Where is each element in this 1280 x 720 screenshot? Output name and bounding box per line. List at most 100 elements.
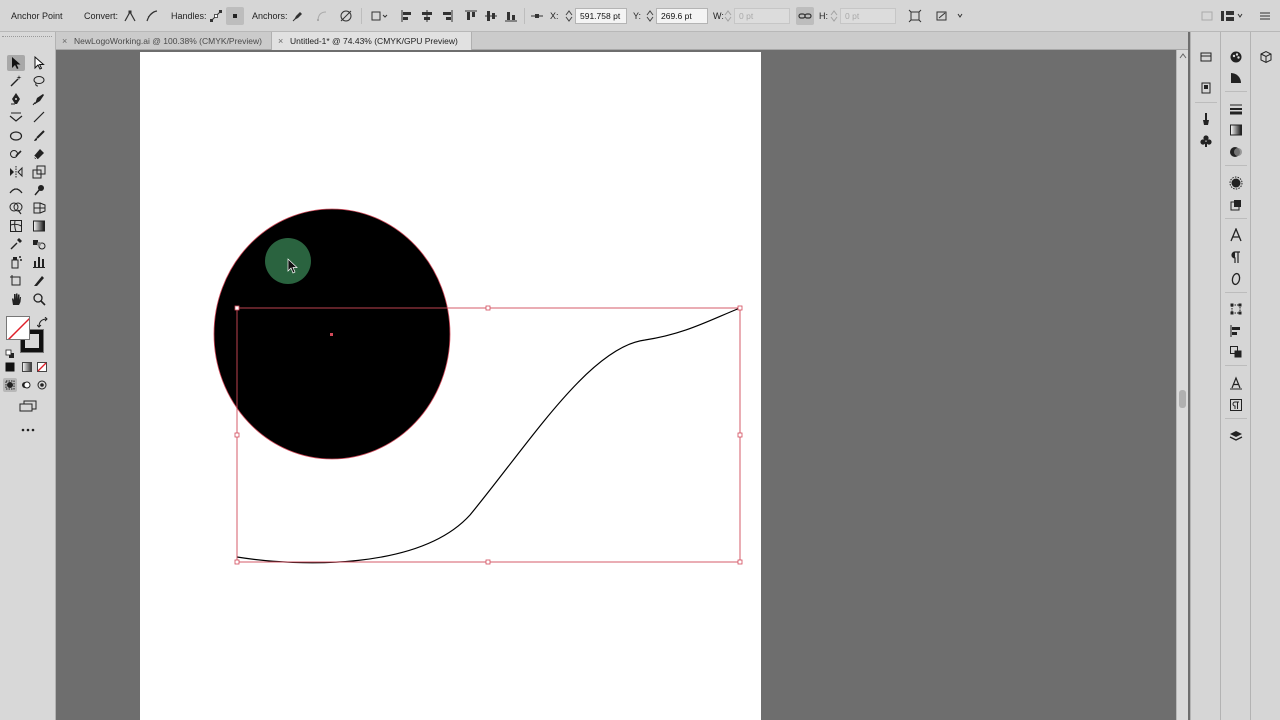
puppet-warp-tool-icon[interactable] [30,182,48,198]
shaper-tool-icon[interactable] [7,146,25,162]
tab-untitled-1[interactable]: × Untitled-1* @ 74.43% (CMYK/GPU Preview… [271,32,472,50]
draw-inside-icon[interactable] [35,378,49,392]
none-mode-icon[interactable] [35,360,49,374]
constrain-proportions-link-icon[interactable] [796,7,814,25]
align-right-button[interactable] [438,7,456,25]
handle-bottom-left[interactable] [234,559,240,565]
curvature-tool-icon[interactable] [30,91,48,107]
y-stepper[interactable] [646,9,654,23]
toolbar-grip[interactable] [2,36,52,41]
libraries-panel-icon[interactable] [1197,79,1215,97]
anchor-point-tool-icon[interactable] [7,109,25,125]
align-left-button[interactable] [398,7,416,25]
eraser-tool-icon[interactable] [30,146,48,162]
workspace-switcher-icon[interactable] [1218,7,1246,25]
artboard[interactable] [140,52,761,720]
mesh-tool-icon[interactable] [7,218,25,234]
more-tools-icon[interactable] [18,423,38,437]
reflect-tool-icon[interactable] [7,164,25,180]
align-bottom-button[interactable] [502,7,520,25]
handle-middle-right[interactable] [737,432,743,438]
draw-behind-icon[interactable] [19,378,33,392]
align-vertical-center-button[interactable] [482,7,500,25]
shape-builder-tool-icon[interactable] [7,200,25,216]
blend-tool-icon[interactable] [30,236,48,252]
artboard-tool-icon[interactable] [7,273,25,289]
color-guide-panel-icon[interactable] [1227,69,1245,87]
symbol-sprayer-tool-icon[interactable] [7,254,25,270]
color-panel-icon[interactable] [1227,48,1245,66]
hide-handles-button[interactable] [226,7,244,25]
width-tool-icon[interactable] [7,182,25,198]
appearance-panel-icon[interactable] [1227,174,1245,192]
close-icon[interactable]: × [62,32,67,50]
x-stepper[interactable] [565,9,573,23]
eyedropper-tool-icon[interactable] [7,236,25,252]
scale-tool-icon[interactable] [30,164,48,180]
close-icon[interactable]: × [278,32,283,50]
reference-point-icon[interactable] [528,7,546,25]
ellipse-tool-icon[interactable] [7,128,25,144]
control-bar-menu-icon[interactable] [1256,7,1274,25]
stroke-panel-icon[interactable] [1227,100,1245,118]
cc-libraries-panel-icon[interactable] [1257,48,1275,66]
transform-button[interactable] [369,7,391,25]
transform-panel-icon[interactable] [1227,300,1245,318]
gradient-tool-icon[interactable] [30,218,48,234]
pathfinder-panel-icon[interactable] [1227,343,1245,361]
tab-newlogoworking[interactable]: × NewLogoWorking.ai @ 100.38% (CMYK/Prev… [56,32,269,50]
isolate-object-icon[interactable] [906,7,924,25]
line-segment-tool-icon[interactable] [30,109,48,125]
transparency-panel-icon[interactable] [1227,143,1245,161]
handle-bottom-right[interactable] [737,559,743,565]
zoom-tool-icon[interactable] [30,291,48,307]
magic-wand-tool-icon[interactable] [7,73,25,89]
symbols-panel-icon[interactable] [1197,132,1215,150]
handle-bottom-center[interactable] [485,559,491,565]
properties-panel-icon[interactable] [1197,48,1215,66]
align-panel-icon[interactable] [1227,322,1245,340]
draw-normal-icon[interactable] [3,378,17,392]
align-horizontal-center-button[interactable] [418,7,436,25]
opentype-panel-icon[interactable] [1227,270,1245,288]
brushes-panel-icon[interactable] [1197,110,1215,128]
handle-top-left[interactable] [234,305,240,311]
transform-options-dropdown[interactable] [934,7,964,25]
canvas-pasteboard[interactable] [56,50,1176,720]
lasso-tool-icon[interactable] [30,73,48,89]
default-fill-stroke-icon[interactable] [5,346,15,358]
show-handles-button[interactable] [207,7,225,25]
graphic-styles-panel-icon[interactable] [1227,196,1245,214]
scrollbar-thumb[interactable] [1179,390,1186,408]
selection-tool-icon[interactable] [7,55,25,71]
connect-anchors-button[interactable] [313,7,331,25]
gradient-mode-icon[interactable] [20,360,34,374]
x-position-field[interactable] [575,8,627,24]
hand-tool-icon[interactable] [7,291,25,307]
handle-middle-left[interactable] [234,432,240,438]
pen-tool-icon[interactable] [7,91,25,107]
handle-top-right[interactable] [737,305,743,311]
character-styles-panel-icon[interactable] [1227,374,1245,392]
paragraph-panel-icon[interactable] [1227,248,1245,266]
vertical-scrollbar[interactable] [1176,50,1188,720]
layers-panel-icon[interactable] [1227,427,1245,445]
cut-path-button[interactable] [337,7,355,25]
panel-arrange-icon[interactable] [1198,7,1216,25]
y-position-field[interactable] [656,8,708,24]
character-panel-icon[interactable] [1227,226,1245,244]
handle-top-center[interactable] [485,305,491,311]
gradient-panel-icon[interactable] [1227,121,1245,139]
screen-mode-icon[interactable] [18,399,38,413]
perspective-grid-tool-icon[interactable] [30,200,48,216]
fill-stroke-widget[interactable] [4,314,52,358]
color-mode-icon[interactable] [3,360,17,374]
slice-tool-icon[interactable] [30,273,48,289]
scroll-up-arrow-icon[interactable] [1179,53,1187,59]
swap-fill-stroke-icon[interactable] [36,316,49,328]
paragraph-styles-panel-icon[interactable] [1227,396,1245,414]
direct-selection-tool-icon[interactable] [30,55,48,71]
convert-smooth-button[interactable] [143,7,161,25]
remove-anchor-button[interactable] [289,7,307,25]
align-top-button[interactable] [462,7,480,25]
